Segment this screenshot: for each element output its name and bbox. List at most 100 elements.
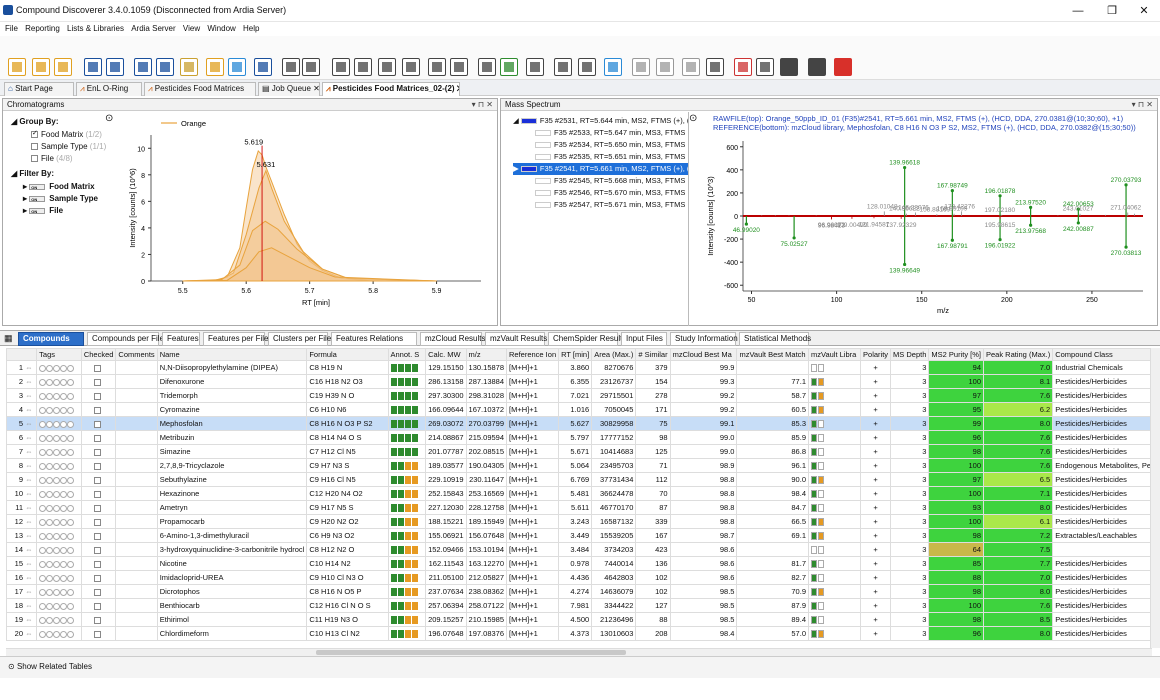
- table-row[interactable]: 13 ⇔ 6-Amino-1,3-dimethyluracil C6 H9 N3 O…: [5, 528, 1160, 543]
- close-tab-icon[interactable]: ✕: [311, 84, 319, 93]
- tag-circle-icon[interactable]: [67, 448, 75, 456]
- tag-circle-icon[interactable]: [60, 448, 68, 456]
- tag-circle-icon[interactable]: [67, 630, 75, 638]
- column-header[interactable]: m/z: [465, 348, 508, 361]
- tag-circle-icon[interactable]: [67, 392, 75, 400]
- toolbar-button-icon[interactable]: [478, 58, 496, 76]
- tag-circle-icon[interactable]: [46, 364, 54, 372]
- table-row[interactable]: 16 ⇔ Imidacloprid-UREA C9 H10 Cl N3 O 211.0…: [5, 570, 1160, 585]
- tag-circle-icon[interactable]: [46, 476, 54, 484]
- filter-food-matrix[interactable]: ▸ ON Food Matrix: [23, 182, 95, 191]
- row-link-icon[interactable]: ⇔: [23, 587, 33, 596]
- toggle-switch[interactable]: ON: [29, 183, 46, 190]
- tag-circle-icon[interactable]: [46, 406, 54, 414]
- table-row[interactable]: 3 ⇔ Tridemorph C19 H39 N O 297.30300 298.310…: [5, 388, 1160, 403]
- result-tab-mzvault-results[interactable]: mzVault Results: [485, 332, 547, 346]
- tag-circle-icon[interactable]: [39, 406, 47, 414]
- toolbar-button-icon[interactable]: [180, 58, 198, 76]
- checkbox-icon[interactable]: [93, 546, 101, 554]
- column-header[interactable]: [5, 348, 38, 361]
- tag-circle-icon[interactable]: [39, 420, 47, 428]
- checkbox-icon[interactable]: [31, 129, 38, 139]
- row-link-icon[interactable]: ⇔: [23, 391, 33, 400]
- table-row[interactable]: 19 ⇔ Ethirimol C11 H19 N3 O 209.15257 210.15…: [5, 612, 1160, 627]
- checkbox-icon[interactable]: [93, 448, 101, 456]
- tag-circle-icon[interactable]: [46, 490, 54, 498]
- tag-circle-icon[interactable]: [39, 378, 47, 386]
- column-header[interactable]: Formula: [306, 348, 389, 361]
- column-header[interactable]: Checked: [80, 348, 117, 361]
- tag-circle-icon[interactable]: [67, 476, 75, 484]
- tag-circle-icon[interactable]: [53, 616, 61, 624]
- toolbar-button-icon[interactable]: [656, 58, 674, 76]
- row-link-icon[interactable]: ⇔: [23, 461, 33, 470]
- row-link-icon[interactable]: ⇔: [23, 601, 33, 610]
- tag-circle-icon[interactable]: [60, 504, 68, 512]
- scan-item[interactable]: F35 #2535, RT=5.651 min, MS3, FTMS (+), …: [535, 151, 688, 163]
- tag-circle-icon[interactable]: [60, 532, 68, 540]
- toolbar-button-icon[interactable]: [500, 58, 518, 76]
- tag-circle-icon[interactable]: [39, 434, 47, 442]
- table-row[interactable]: 2 ⇔ Difenoxurone C16 H18 N2 O3 286.13158 287…: [5, 374, 1160, 389]
- vertical-scrollbar[interactable]: [1150, 348, 1160, 648]
- menu-window[interactable]: Window: [207, 22, 235, 36]
- tag-circle-icon[interactable]: [53, 518, 61, 526]
- menu-file[interactable]: File: [5, 22, 18, 36]
- tag-circle-icon[interactable]: [46, 434, 54, 442]
- column-header[interactable]: mzVault Best Match: [736, 348, 809, 361]
- scan-item[interactable]: ◢ F35 #2531, RT=5.644 min, MS2, FTMS (+)…: [513, 115, 688, 127]
- checkbox-icon[interactable]: [93, 616, 101, 624]
- tag-circle-icon[interactable]: [67, 518, 75, 526]
- tag-circle-icon[interactable]: [53, 504, 61, 512]
- group-file[interactable]: File (4/8): [31, 154, 73, 163]
- tag-circle-icon[interactable]: [53, 364, 61, 372]
- column-header[interactable]: mzVault Libra: [807, 348, 862, 361]
- toolbar-button-icon[interactable]: [428, 58, 446, 76]
- tag-circle-icon[interactable]: [39, 476, 47, 484]
- tag-circle-icon[interactable]: [39, 546, 47, 554]
- tag-circle-icon[interactable]: [60, 392, 68, 400]
- toolbar-button-icon[interactable]: [808, 58, 826, 76]
- menu-reporting[interactable]: Reporting: [25, 22, 60, 36]
- tag-circle-icon[interactable]: [46, 448, 54, 456]
- column-header[interactable]: Tags: [36, 348, 82, 361]
- checkbox-icon[interactable]: [93, 378, 101, 386]
- menu-ardia-server[interactable]: Ardia Server: [131, 22, 175, 36]
- tab-enl-o-ring[interactable]: ⩘ EnL O-Ring: [76, 82, 142, 96]
- scan-item[interactable]: F35 #2533, RT=5.647 min, MS3, FTMS (+), …: [535, 127, 688, 139]
- toolbar-button-icon[interactable]: [578, 58, 596, 76]
- tag-circle-icon[interactable]: [67, 364, 75, 372]
- table-row[interactable]: 4 ⇔ Cyromazine C6 H10 N6 166.09644 167.10372…: [5, 402, 1160, 417]
- scan-item[interactable]: F35 #2534, RT=5.650 min, MS3, FTMS (+), …: [535, 139, 688, 151]
- row-link-icon[interactable]: ⇔: [23, 629, 33, 638]
- tag-circle-icon[interactable]: [53, 574, 61, 582]
- tag-circle-icon[interactable]: [53, 532, 61, 540]
- tag-circle-icon[interactable]: [46, 560, 54, 568]
- toolbar-button-icon[interactable]: [156, 58, 174, 76]
- checkbox-icon[interactable]: [93, 630, 101, 638]
- tag-circle-icon[interactable]: [46, 462, 54, 470]
- result-tab-compounds-per-file[interactable]: Compounds per File: [87, 332, 164, 346]
- tag-circle-icon[interactable]: [53, 588, 61, 596]
- result-tab-mzcloud-results[interactable]: mzCloud Results: [420, 332, 485, 346]
- tag-circle-icon[interactable]: [46, 532, 54, 540]
- tag-circle-icon[interactable]: [46, 630, 54, 638]
- row-link-icon[interactable]: ⇔: [23, 419, 33, 428]
- menu-view[interactable]: View: [183, 22, 200, 36]
- tag-circle-icon[interactable]: [60, 476, 68, 484]
- show-related-tables[interactable]: ⊙ Show Related Tables: [8, 662, 92, 671]
- tag-circle-icon[interactable]: [53, 560, 61, 568]
- result-tab-study-information[interactable]: Study Information: [670, 332, 738, 346]
- table-row[interactable]: 9 ⇔ Sebuthylazine C9 H16 Cl N5 229.10919 230…: [5, 472, 1160, 487]
- row-link-icon[interactable]: ⇔: [23, 447, 33, 456]
- toolbar-button-icon[interactable]: [84, 58, 102, 76]
- table-row[interactable]: 7 ⇔ Simazine C7 H12 Cl N5 201.07787 202.0851…: [5, 444, 1160, 459]
- tab-pesticides-food-matrices-02[interactable]: ⩘ Pesticides Food Matrices_02-(2) ✕: [322, 82, 460, 96]
- checkbox-icon[interactable]: [93, 574, 101, 582]
- tag-circle-icon[interactable]: [53, 378, 61, 386]
- column-header[interactable]: mzCloud Best Ma: [669, 348, 738, 361]
- tab-pesticides-food-matrices[interactable]: ⩘ Pesticides Food Matrices: [144, 82, 256, 96]
- tag-circle-icon[interactable]: [60, 406, 68, 414]
- tab-start-page[interactable]: ⌂ Start Page: [4, 82, 74, 96]
- column-header[interactable]: # Similar: [635, 348, 671, 361]
